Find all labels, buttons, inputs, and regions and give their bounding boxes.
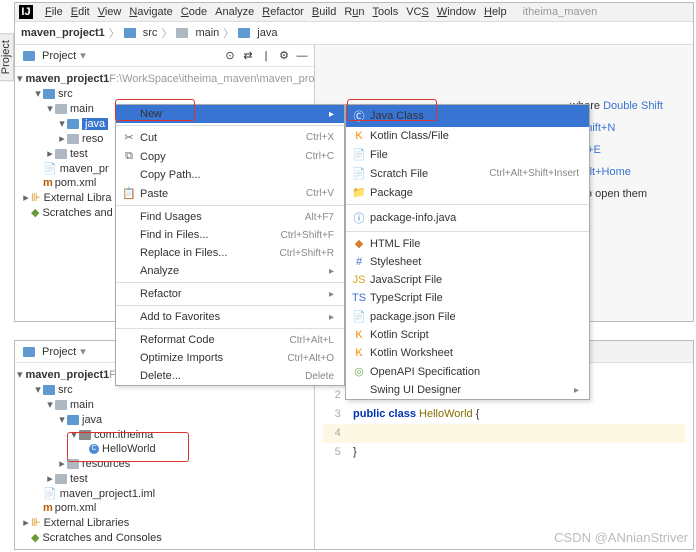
new-ts[interactable]: TSTypeScript File bbox=[346, 289, 589, 307]
new-package[interactable]: 📁Package bbox=[346, 183, 589, 202]
new-scratch[interactable]: 📄Scratch FileCtrl+Alt+Shift+Insert bbox=[346, 164, 589, 183]
tree-src[interactable]: src bbox=[58, 88, 73, 100]
tree-java[interactable]: java bbox=[82, 118, 108, 130]
project-side-tab[interactable]: Project bbox=[0, 33, 14, 81]
ctx-delete[interactable]: Delete...Delete bbox=[116, 367, 344, 385]
ctx-cut[interactable]: ✂CutCtrl+X bbox=[116, 128, 344, 147]
tree-main[interactable]: main bbox=[70, 103, 94, 115]
menu-view[interactable]: View bbox=[98, 6, 122, 18]
tree-java[interactable]: java bbox=[82, 414, 102, 426]
menu-navigate[interactable]: Navigate bbox=[129, 6, 172, 18]
new-kotlin[interactable]: KKotlin Class/File bbox=[346, 127, 589, 145]
menu-build[interactable]: Build bbox=[312, 6, 336, 18]
tree-test[interactable]: test bbox=[70, 148, 88, 160]
new-pkginfo[interactable]: ⓘpackage-info.java bbox=[346, 207, 589, 229]
tree-reso[interactable]: reso bbox=[82, 133, 103, 145]
ctx-findin[interactable]: Find in Files...Ctrl+Shift+F bbox=[116, 226, 344, 244]
folder-icon bbox=[176, 28, 188, 38]
ctx-copy[interactable]: ⧉CopyCtrl+C bbox=[116, 147, 344, 166]
app-logo-icon: IJ bbox=[19, 5, 33, 19]
ctx-refactor[interactable]: Refactor▸ bbox=[116, 285, 344, 303]
tree-src[interactable]: src bbox=[58, 384, 73, 396]
tree-scratch[interactable]: Scratches and bbox=[42, 207, 112, 219]
tree-root[interactable]: maven_project1 bbox=[26, 73, 110, 85]
tree-res[interactable]: resources bbox=[82, 458, 130, 470]
tree-toggle[interactable]: ▾ bbox=[57, 117, 67, 130]
new-kscript[interactable]: KKotlin Script bbox=[346, 326, 589, 344]
tree-toggle[interactable]: ▾ bbox=[33, 87, 43, 100]
bc-main[interactable]: main bbox=[195, 27, 219, 39]
ctx-addfav[interactable]: Add to Favorites▸ bbox=[116, 308, 344, 326]
tree-pom[interactable]: pom.xml bbox=[55, 502, 97, 514]
gear-icon[interactable]: ⚙ bbox=[278, 50, 290, 62]
menu-code[interactable]: Code bbox=[181, 6, 207, 18]
menu-edit[interactable]: Edit bbox=[71, 6, 90, 18]
folder-icon bbox=[124, 28, 136, 38]
new-javaclass[interactable]: ⒸJava Class bbox=[346, 105, 589, 127]
new-pkgjson[interactable]: 📄package.json File bbox=[346, 307, 589, 326]
ctx-analyze[interactable]: Analyze▸ bbox=[116, 262, 344, 280]
new-openapi[interactable]: ◎OpenAPI Specification bbox=[346, 362, 589, 381]
ctx-new[interactable]: New▸ bbox=[116, 105, 344, 123]
menu-refactor[interactable]: Refactor bbox=[262, 6, 304, 18]
tree-toggle[interactable]: ▾ bbox=[45, 102, 55, 115]
menu-help[interactable]: Help bbox=[484, 6, 507, 18]
menu-run[interactable]: Run bbox=[344, 6, 364, 18]
tree-toggle[interactable]: ▾ bbox=[17, 72, 23, 85]
class-icon: C bbox=[89, 444, 99, 454]
tree-root[interactable]: maven_project1 bbox=[26, 369, 110, 381]
bc-java[interactable]: java bbox=[257, 27, 277, 39]
ide-top-panel: Project IJ File Edit View Navigate Code … bbox=[14, 2, 694, 322]
expand-icon[interactable]: ⇄ bbox=[242, 50, 254, 62]
menu-analyze[interactable]: Analyze bbox=[215, 6, 254, 18]
project-tree-bottom: ▾maven_project1 F:\WorkSpace\itheima_mav… bbox=[15, 363, 314, 549]
menu-vcs[interactable]: VCS bbox=[406, 6, 429, 18]
watermark: CSDN @ANnianStriver bbox=[554, 530, 688, 545]
menu-file[interactable]: File bbox=[45, 6, 63, 18]
folder-icon bbox=[238, 28, 250, 38]
new-kworksheet[interactable]: KKotlin Worksheet bbox=[346, 344, 589, 362]
ctx-copypath[interactable]: Copy Path... bbox=[116, 166, 344, 184]
main-menu-bar: IJ File Edit View Navigate Code Analyze … bbox=[15, 3, 693, 22]
tree-pom[interactable]: pom.xml bbox=[55, 177, 97, 189]
tree-hw[interactable]: HelloWorld bbox=[102, 443, 156, 455]
hide-icon[interactable]: — bbox=[296, 50, 308, 62]
menu-tools[interactable]: Tools bbox=[373, 6, 399, 18]
breadcrumb: maven_project1〉 src〉 main〉 java bbox=[15, 22, 693, 45]
new-swing[interactable]: Swing UI Designer▸ bbox=[346, 381, 589, 399]
tree-iml[interactable]: maven_pr bbox=[60, 163, 109, 175]
ctx-findusages[interactable]: Find UsagesAlt+F7 bbox=[116, 208, 344, 226]
ctx-replacein[interactable]: Replace in Files...Ctrl+Shift+R bbox=[116, 244, 344, 262]
tree-pkg[interactable]: com.itheima bbox=[94, 429, 153, 441]
new-html[interactable]: ◆HTML File bbox=[346, 234, 589, 253]
target-icon[interactable]: ⊙ bbox=[224, 50, 236, 62]
tree-scratch[interactable]: Scratches and Consoles bbox=[42, 532, 161, 544]
tree-toggle[interactable]: ▸ bbox=[57, 132, 67, 145]
ctx-optimp[interactable]: Optimize ImportsCtrl+Alt+O bbox=[116, 349, 344, 367]
new-file[interactable]: 📄File bbox=[346, 145, 589, 164]
tree-ext[interactable]: External Libra bbox=[44, 192, 112, 204]
project-hint: itheima_maven bbox=[523, 6, 598, 18]
bc-src[interactable]: src bbox=[143, 27, 158, 39]
tree-toggle[interactable]: ▸ bbox=[21, 191, 31, 204]
tree-toggle[interactable]: ▸ bbox=[45, 147, 55, 160]
ctx-paste[interactable]: 📋PasteCtrl+V bbox=[116, 184, 344, 203]
tree-test[interactable]: test bbox=[70, 473, 88, 485]
project-panel-header[interactable]: Project ▾ bbox=[15, 341, 94, 362]
tree-ext[interactable]: External Libraries bbox=[44, 517, 130, 529]
new-submenu: ⒸJava Class KKotlin Class/File 📄File 📄Sc… bbox=[345, 104, 590, 400]
context-menu: New▸ ✂CutCtrl+X ⧉CopyCtrl+C Copy Path...… bbox=[115, 104, 345, 386]
new-stylesheet[interactable]: #Stylesheet bbox=[346, 253, 589, 271]
tree-main[interactable]: main bbox=[70, 399, 94, 411]
divider-icon: | bbox=[260, 50, 272, 62]
project-panel-header[interactable]: Project ▾ bbox=[15, 45, 94, 66]
menu-window[interactable]: Window bbox=[437, 6, 476, 18]
ctx-reformat[interactable]: Reformat CodeCtrl+Alt+L bbox=[116, 331, 344, 349]
new-js[interactable]: JSJavaScript File bbox=[346, 271, 589, 289]
bc-project[interactable]: maven_project1 bbox=[21, 27, 105, 39]
tree-iml[interactable]: maven_project1.iml bbox=[60, 488, 155, 500]
